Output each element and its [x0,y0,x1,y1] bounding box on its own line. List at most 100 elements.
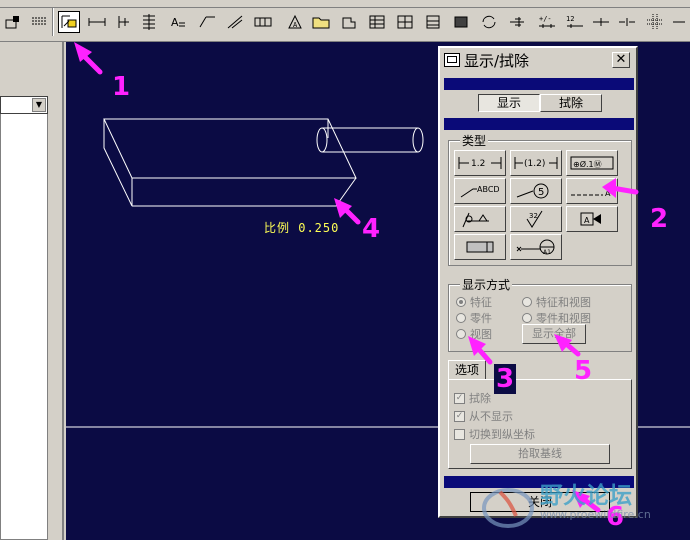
decimal-icon[interactable]: 12 [564,11,586,33]
svg-text:A: A [171,16,179,29]
baseline-dimension-icon[interactable] [138,11,160,33]
datum-axis-icon[interactable]: A [284,11,306,33]
symbol-icon [462,212,489,228]
show-all-button[interactable]: 显示全部 [522,324,586,344]
model-tree-panel: ▼ [0,42,64,540]
top-menu-strip [0,0,690,8]
note-icon: ABCD [460,185,500,198]
checkbox-box: ✓ [454,410,465,422]
dimension-button[interactable]: 1.2 [454,150,506,176]
geometric-tolerance-button[interactable]: ⊕Ø.1Ⓜ [566,150,618,176]
marker-6: 6 [606,502,625,532]
ref-dimension-icon: (1.2) [514,157,558,169]
grid-icon[interactable] [644,11,666,33]
radio-part[interactable]: 零件 [456,310,492,326]
reference-dimension-button[interactable]: (1.2) [510,150,562,176]
geometry-tool-icon[interactable] [338,11,360,33]
text-style-icon[interactable]: A [166,11,188,33]
model-tree-list[interactable] [0,96,48,540]
surface-finish-icon: 32 [526,210,543,228]
close-icon[interactable]: ✕ [612,52,630,68]
axis-tool-icon[interactable] [590,11,612,33]
axis-icon: A [571,189,611,198]
checkbox-erase[interactable]: ✓ 拭除 [454,390,491,406]
radio-view[interactable]: 视图 [456,326,492,342]
axis-button[interactable]: A [566,178,618,204]
model-tree-combo[interactable]: ▼ [0,96,48,114]
radio-dot [522,313,532,323]
radio-feature[interactable]: 特征 [456,294,492,310]
svg-text:12: 12 [566,15,574,23]
erase-tab[interactable]: 拭除 [540,94,602,112]
show-erase-dialog: 显示/拭除 ✕ 显示 拭除 类型 1.2 (1.2) ⊕Ø.1Ⓜ ABCD 5 … [438,46,638,518]
dialog-header-bar [444,78,634,90]
plus-minus-icon[interactable]: +/- [536,11,558,33]
checkbox-never-show[interactable]: ✓ 从不显示 [454,408,513,424]
svg-text:5: 5 [538,187,544,198]
cosmetic-feature-button[interactable] [454,234,506,260]
show-erase-icon[interactable] [58,11,80,33]
radio-dot [522,297,532,307]
overflow-icon[interactable] [668,11,690,33]
scale-text: 比例 0.250 [264,221,340,235]
checkbox-box: ✓ [454,392,465,404]
pick-baseline-button[interactable]: 拾取基线 [470,444,610,464]
balloon-button[interactable]: 5 [510,178,562,204]
checkbox-box [454,428,465,440]
options-tab[interactable]: 选项 [448,360,486,380]
radio-dot [456,297,466,307]
radio-label: 零件 [470,312,492,325]
dimension-tool-icon[interactable] [86,11,108,33]
svg-text:+/-: +/- [539,15,552,23]
svg-text:(1.2): (1.2) [524,159,545,169]
slash-dimension-icon[interactable] [224,11,246,33]
note-button[interactable]: ABCD [454,178,506,204]
show-tab[interactable]: 显示 [478,94,540,112]
radio-dot [456,313,466,323]
dialog-app-icon [444,53,460,67]
dialog-titlebar[interactable]: 显示/拭除 ✕ [440,48,636,72]
checkbox-label: 从不显示 [469,410,513,423]
datum-plane-icon: A [580,212,601,226]
layer-lock-icon[interactable] [2,11,24,33]
list-icon[interactable] [28,11,50,33]
surface-finish-button[interactable]: 32 [510,206,562,232]
toolbar: A A +/- 12 [0,0,690,42]
align-icon[interactable] [506,11,528,33]
radio-label: 特征 [470,296,492,309]
toolbar-separator [52,8,54,36]
datum-plane-button[interactable]: A [566,206,618,232]
close-button[interactable]: 关闭 [470,492,610,512]
regenerate-icon[interactable] [478,11,500,33]
marker-2: 2 [650,204,669,234]
grid-table-icon[interactable] [394,11,416,33]
radio-feature-and-view[interactable]: 特征和视图 [522,294,591,310]
repeat-region-icon[interactable] [422,11,444,33]
ordinate-dimension-icon[interactable] [112,11,134,33]
radio-label: 特征和视图 [536,296,591,309]
folder-icon[interactable] [310,11,332,33]
radio-label: 视图 [470,328,492,341]
geom-tolerance-icon: ⊕Ø.1Ⓜ [570,156,614,170]
display-mode-label: 显示方式 [460,276,513,293]
datum-target-icon: A1 [516,239,555,256]
svg-text:A: A [584,216,590,225]
svg-text:1.2: 1.2 [471,159,485,169]
chevron-down-icon[interactable]: ▼ [32,98,46,112]
symbol-button[interactable] [454,206,506,232]
dialog-title: 显示/拭除 [464,51,530,70]
break-icon[interactable] [616,11,638,33]
block-icon[interactable] [450,11,472,33]
dialog-section-bar [444,118,634,130]
checkbox-switch-ordinate[interactable]: 切换到纵坐标 [454,426,535,442]
note-tool-icon[interactable] [196,11,218,33]
svg-text:ABCD: ABCD [477,185,500,194]
svg-text:⊕Ø.1Ⓜ: ⊕Ø.1Ⓜ [573,159,602,169]
svg-text:A: A [605,189,611,198]
svg-text:A1: A1 [543,249,551,256]
marker-1: 1 [112,72,131,102]
table-icon[interactable] [366,11,388,33]
tolerance-icon[interactable] [252,11,274,33]
marker-4: 4 [362,214,381,244]
datum-target-button[interactable]: A1 [510,234,562,260]
